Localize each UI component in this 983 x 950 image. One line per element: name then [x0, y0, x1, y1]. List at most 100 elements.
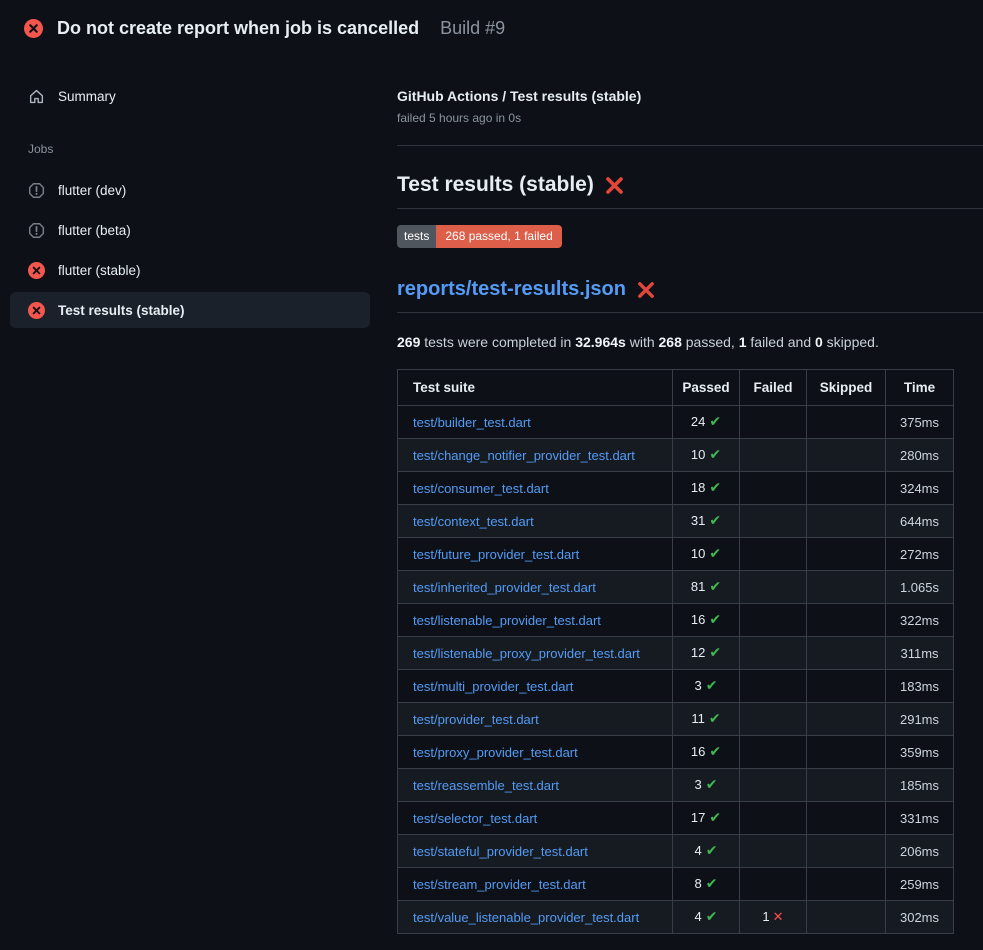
build-title: Do not create report when job is cancell… — [57, 18, 419, 39]
passed-cell: 17✔ — [673, 802, 740, 835]
summary-text: tests were completed in — [420, 334, 575, 350]
sidebar-item-flutter-dev[interactable]: flutter (dev) — [10, 172, 370, 208]
skipped-cell — [807, 703, 886, 736]
suite-link[interactable]: test/provider_test.dart — [413, 712, 539, 727]
x-circle-icon — [28, 262, 45, 279]
suite-link[interactable]: test/value_listenable_provider_test.dart — [413, 910, 639, 925]
tests-badge: tests 268 passed, 1 failed — [397, 225, 562, 248]
time-cell: 322ms — [886, 604, 954, 637]
suite-link[interactable]: test/change_notifier_provider_test.dart — [413, 448, 635, 463]
table-row: test/value_listenable_provider_test.dart… — [398, 901, 954, 934]
suite-link[interactable]: test/inherited_provider_test.dart — [413, 580, 596, 595]
suite-link[interactable]: test/multi_provider_test.dart — [413, 679, 573, 694]
tests-summary-line: 269 tests were completed in 32.964s with… — [397, 334, 983, 350]
divider — [397, 145, 983, 146]
suite-cell: test/reassemble_test.dart — [398, 769, 673, 802]
check-icon: ✔ — [709, 612, 721, 628]
suite-link[interactable]: test/selector_test.dart — [413, 811, 537, 826]
skipped-cell — [807, 538, 886, 571]
suite-cell: test/future_provider_test.dart — [398, 538, 673, 571]
failed-cell: ✕ — [740, 505, 807, 538]
sidebar-item-label: Test results (stable) — [58, 303, 185, 318]
table-row: test/consumer_test.dart 18✔ ✕ 324ms — [398, 472, 954, 505]
breadcrumb: GitHub Actions / Test results (stable) — [397, 88, 983, 104]
passed-cell: 11✔ — [673, 703, 740, 736]
table-header-test-suite: Test suite — [398, 370, 673, 406]
suite-link[interactable]: test/listenable_provider_test.dart — [413, 613, 601, 628]
suite-link[interactable]: test/reassemble_test.dart — [413, 778, 559, 793]
passed-cell: 10✔ — [673, 439, 740, 472]
summary-number: 0 — [815, 334, 823, 350]
table-row: test/stream_provider_test.dart 8✔ ✕ 259m… — [398, 868, 954, 901]
cancelled-octagon-icon — [28, 222, 45, 239]
skipped-cell — [807, 637, 886, 670]
skipped-cell — [807, 604, 886, 637]
table-row: test/listenable_provider_test.dart 16✔ ✕… — [398, 604, 954, 637]
passed-cell: 3✔ — [673, 670, 740, 703]
x-mark-icon — [637, 281, 655, 299]
failed-cell: ✕ — [740, 472, 807, 505]
suite-link[interactable]: test/context_test.dart — [413, 514, 534, 529]
suite-link[interactable]: test/builder_test.dart — [413, 415, 531, 430]
suite-link[interactable]: test/consumer_test.dart — [413, 481, 549, 496]
suite-link[interactable]: test/stream_provider_test.dart — [413, 877, 586, 892]
suite-link[interactable]: test/listenable_proxy_provider_test.dart — [413, 646, 640, 661]
suite-link[interactable]: test/proxy_provider_test.dart — [413, 745, 578, 760]
report-link[interactable]: reports/test-results.json — [397, 278, 626, 301]
passed-cell: 18✔ — [673, 472, 740, 505]
skipped-cell — [807, 802, 886, 835]
skipped-cell — [807, 868, 886, 901]
check-icon: ✔ — [709, 711, 721, 727]
check-icon: ✔ — [709, 480, 721, 496]
check-icon: ✔ — [706, 909, 718, 925]
suite-cell: test/listenable_proxy_provider_test.dart — [398, 637, 673, 670]
table-row: test/reassemble_test.dart 3✔ ✕ 185ms — [398, 769, 954, 802]
suite-link[interactable]: test/future_provider_test.dart — [413, 547, 579, 562]
table-row: test/multi_provider_test.dart 3✔ ✕ 183ms — [398, 670, 954, 703]
skipped-cell — [807, 439, 886, 472]
check-icon: ✔ — [706, 876, 718, 892]
passed-cell: 4✔ — [673, 835, 740, 868]
table-row: test/context_test.dart 31✔ ✕ 644ms — [398, 505, 954, 538]
time-cell: 644ms — [886, 505, 954, 538]
passed-cell: 31✔ — [673, 505, 740, 538]
passed-cell: 81✔ — [673, 571, 740, 604]
check-icon: ✔ — [706, 777, 718, 793]
x-circle-icon — [28, 302, 45, 319]
time-cell: 183ms — [886, 670, 954, 703]
badge-label: tests — [397, 225, 436, 248]
sidebar-item-flutter-stable[interactable]: flutter (stable) — [10, 252, 370, 288]
suite-link[interactable]: test/stateful_provider_test.dart — [413, 844, 588, 859]
skipped-cell — [807, 505, 886, 538]
failed-cell: ✕ — [740, 868, 807, 901]
time-cell: 291ms — [886, 703, 954, 736]
passed-cell: 16✔ — [673, 604, 740, 637]
skipped-cell — [807, 901, 886, 934]
cancelled-octagon-icon — [28, 182, 45, 199]
check-icon: ✔ — [709, 447, 721, 463]
suite-cell: test/provider_test.dart — [398, 703, 673, 736]
time-cell: 206ms — [886, 835, 954, 868]
job-summary-panel: GitHub Actions / Test results (stable) f… — [370, 56, 983, 934]
passed-cell: 12✔ — [673, 637, 740, 670]
skipped-cell — [807, 835, 886, 868]
table-header-skipped: Skipped — [807, 370, 886, 406]
sidebar-item-test-results-stable[interactable]: Test results (stable) — [10, 292, 370, 328]
section-title-text: Test results (stable) — [397, 173, 594, 197]
sidebar-item-flutter-beta[interactable]: flutter (beta) — [10, 212, 370, 248]
time-cell: 1.065s — [886, 571, 954, 604]
suite-cell: test/proxy_provider_test.dart — [398, 736, 673, 769]
summary-text: with — [626, 334, 659, 350]
summary-text: skipped. — [823, 334, 879, 350]
passed-cell: 4✔ — [673, 901, 740, 934]
suite-cell: test/selector_test.dart — [398, 802, 673, 835]
failed-cell: ✕ — [740, 604, 807, 637]
sidebar-item-summary[interactable]: Summary — [10, 78, 370, 114]
failed-cell: ✕ — [740, 406, 807, 439]
summary-text: passed, — [682, 334, 739, 350]
failed-cell: ✕ — [740, 769, 807, 802]
skipped-cell — [807, 472, 886, 505]
summary-text: failed and — [747, 334, 816, 350]
passed-cell: 10✔ — [673, 538, 740, 571]
suite-cell: test/listenable_provider_test.dart — [398, 604, 673, 637]
